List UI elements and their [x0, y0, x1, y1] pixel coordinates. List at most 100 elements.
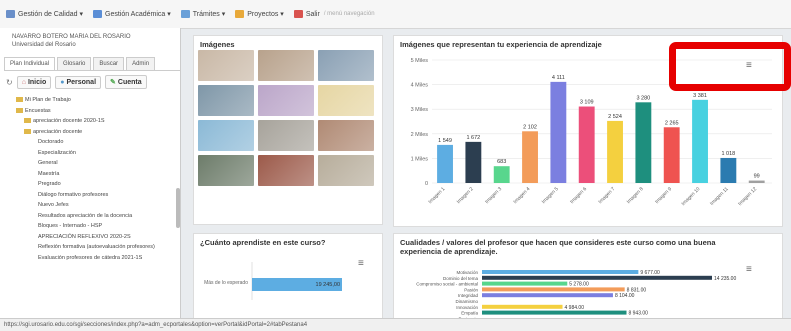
menu-breadcrumb: / menú navegación	[323, 11, 375, 17]
data-label: 19 245,00	[316, 282, 340, 288]
tree-item[interactable]: Reflexión formativa (autoevaluación prof…	[8, 242, 176, 253]
y-tick-label: 5 Miles	[411, 58, 429, 64]
left-sidebar: NAVARRO BOTERO MARIA DEL ROSARIO Univers…	[0, 28, 181, 318]
data-label: 5 278.00	[569, 282, 589, 288]
x-tick-label: Imagen 7	[597, 186, 616, 205]
data-label: 4 111	[552, 75, 565, 81]
bar[interactable]	[663, 127, 680, 183]
bar[interactable]	[493, 166, 510, 183]
tree-item[interactable]: Pregrado	[8, 179, 176, 190]
bar[interactable]	[437, 144, 453, 183]
data-label: 2 265	[665, 120, 679, 126]
image-thumbnail[interactable]	[258, 50, 314, 81]
menu-item-0[interactable]: Gestión de Calidad ▾	[6, 10, 83, 18]
bar[interactable]	[522, 131, 538, 183]
image-thumbnail[interactable]	[198, 155, 254, 186]
bar[interactable]	[578, 106, 595, 183]
menu-icon	[6, 10, 15, 18]
x-tick-label: Imagen 6	[569, 186, 588, 205]
tree-item[interactable]: Bloques - Internado - HSP	[8, 221, 176, 232]
menu-item-3[interactable]: Proyectos ▾	[235, 10, 284, 18]
tree-item[interactable]: Resultados apreciación de la docencia	[8, 211, 176, 222]
tab-3[interactable]: Admin	[126, 57, 156, 70]
menu-icon	[293, 10, 303, 18]
tree-item[interactable]: Nuevo Jefes	[8, 200, 176, 211]
category-label: Empatía	[461, 311, 478, 316]
image-thumbnail[interactable]	[198, 85, 254, 116]
data-label: 8 104.00	[615, 293, 635, 299]
tree-item[interactable]: apreciación docente	[8, 127, 176, 138]
qualities-menu-icon[interactable]: ≡	[746, 264, 752, 275]
bar[interactable]	[482, 287, 625, 292]
learning-bar-chart: Más de lo esperado 19 245,00	[204, 262, 342, 300]
data-label: 4 984.00	[565, 305, 585, 311]
home-button[interactable]: ⌂ Inicio	[16, 75, 52, 89]
tree-item[interactable]: APRECIACIÓN REFLEXIVO 2020-2S	[8, 232, 176, 243]
tree-item[interactable]: Evaluación profesores de cátedra 2021-1S	[8, 253, 176, 264]
data-label: 9 677.00	[640, 270, 660, 276]
bar[interactable]	[482, 275, 712, 280]
tree-item[interactable]: Maestría	[8, 169, 176, 180]
image-thumbnail[interactable]	[318, 85, 374, 116]
user-org: Universidad del Rosario	[12, 42, 76, 48]
tree-item[interactable]: Encuestas	[8, 106, 176, 117]
x-tick-label: Imagen 10	[680, 186, 701, 207]
bar[interactable]	[720, 157, 737, 183]
menu-item-2[interactable]: Trámites ▾	[180, 10, 225, 18]
tree-item[interactable]: apreciación docente 2020-1S	[8, 116, 176, 127]
tab-0[interactable]: Plan Individual	[4, 57, 56, 70]
image-thumbnail[interactable]	[318, 120, 374, 151]
bar[interactable]	[482, 281, 568, 286]
bar[interactable]	[550, 81, 567, 183]
image-thumbnail[interactable]	[198, 120, 254, 151]
learning-menu-icon[interactable]: ≡	[358, 258, 364, 269]
bar[interactable]	[482, 304, 563, 309]
bar[interactable]	[482, 293, 613, 298]
data-label: 8 943.00	[628, 311, 648, 317]
bar[interactable]	[482, 270, 639, 274]
bar[interactable]	[607, 120, 623, 183]
image-thumbnail[interactable]	[258, 85, 314, 116]
tab-1[interactable]: Glosario	[57, 57, 92, 70]
qualities-bar-chart: Motivación 9 677.00 Dominio del tema 14 235…	[416, 270, 736, 320]
highlight-box	[669, 42, 791, 91]
status-bar-url: https://sgi.urosario.edu.co/sgi/seccione…	[0, 318, 791, 331]
x-tick-label: Imagen 5	[541, 186, 560, 205]
category-label: Pasión	[464, 287, 478, 292]
data-label: 2 102	[523, 124, 537, 130]
home-icon: ⌂	[21, 78, 26, 86]
y-tick-label: 3 Miles	[411, 107, 429, 113]
tree-item[interactable]: Doctorado	[8, 137, 176, 148]
tree-item[interactable]: General	[8, 158, 176, 169]
x-tick-label: Imagen 3	[484, 186, 503, 205]
tree-item[interactable]: Especialización	[8, 148, 176, 159]
user-info: NAVARRO BOTERO MARIA DEL ROSARIO Univers…	[0, 28, 180, 51]
bar[interactable]	[465, 141, 482, 183]
bar[interactable]	[692, 99, 708, 183]
image-thumbnail[interactable]	[258, 155, 314, 186]
data-label: 99	[754, 174, 760, 180]
image-thumbnail[interactable]	[198, 50, 254, 81]
sidebar-scrollbar[interactable]	[176, 188, 180, 228]
tree-item[interactable]: Mi Plan de Trabajo	[8, 95, 176, 106]
folder-icon	[24, 118, 31, 124]
tree-item[interactable]: Diálogo formativo profesores	[8, 190, 176, 201]
bar[interactable]	[748, 180, 765, 183]
menu-item-4[interactable]: Salir	[293, 10, 320, 18]
personal-button[interactable]: ● Personal	[55, 75, 102, 89]
y-tick-label: 1 Miles	[411, 156, 429, 162]
refresh-icon[interactable]: ↻	[6, 78, 13, 87]
bar[interactable]	[635, 102, 652, 183]
account-button[interactable]: ✎ Cuenta	[105, 75, 147, 89]
image-thumbnail[interactable]	[318, 155, 374, 186]
images-panel: Imágenes	[193, 35, 383, 225]
bar[interactable]	[482, 310, 627, 315]
learning-panel: ¿Cuánto aprendiste en este curso? Más de…	[193, 233, 383, 321]
category-label: Compromiso social - ambiental	[416, 282, 478, 287]
image-thumbnail[interactable]	[318, 50, 374, 81]
tab-2[interactable]: Buscar	[93, 57, 125, 70]
qualities-panel: Cualidades / valores del profesor que ha…	[393, 233, 783, 321]
menu-item-1[interactable]: Gestión Académica ▾	[93, 10, 171, 18]
x-tick-label: Imagen 2	[456, 186, 475, 205]
image-thumbnail[interactable]	[258, 120, 314, 151]
